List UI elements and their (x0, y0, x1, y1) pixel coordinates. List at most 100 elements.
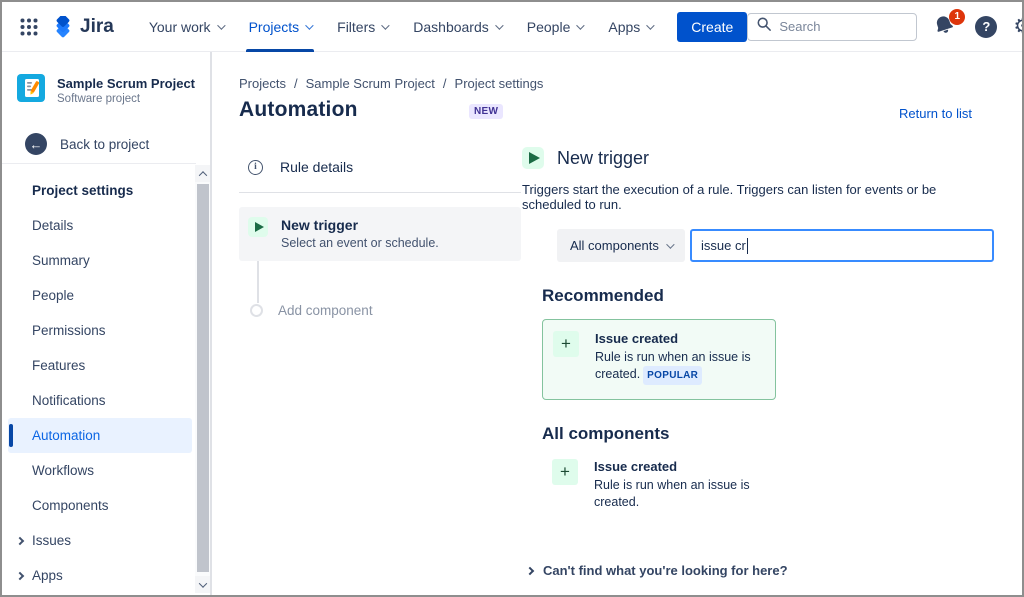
main-content: Projects / Sample Scrum Project / Projec… (214, 52, 1022, 595)
component-title: Issue created (595, 331, 771, 346)
chevron-right-icon (16, 571, 24, 579)
breadcrumb: Projects / Sample Scrum Project / Projec… (239, 76, 543, 91)
sidebar-item-components[interactable]: Components (8, 488, 192, 523)
recommended-issue-created-card[interactable]: Issue created Rule is run when an issue … (542, 319, 776, 400)
sidebar-divider (2, 163, 196, 164)
global-search-input[interactable] (779, 19, 889, 34)
chevron-down-icon (305, 21, 313, 29)
notifications-bell-icon[interactable]: 1 (933, 14, 959, 40)
scroll-down-arrow[interactable] (195, 576, 210, 593)
project-sidebar: Sample Scrum Project Software project Ba… (2, 52, 212, 595)
step-connector-line (257, 261, 259, 303)
new-trigger-step[interactable]: New trigger Select an event or schedule. (239, 207, 521, 261)
create-button[interactable]: Create (677, 12, 747, 42)
add-component-button[interactable]: Add component (250, 303, 521, 318)
component-search-input[interactable]: issue cr (690, 229, 994, 262)
trigger-picker-panel: New trigger Triggers start the execution… (522, 147, 994, 578)
breadcrumb-project-settings[interactable]: Project settings (455, 76, 544, 91)
chevron-down-icon (646, 21, 654, 29)
sidebar-item-permissions[interactable]: Permissions (8, 313, 192, 348)
nav-item-people[interactable]: People (514, 2, 596, 52)
component-description: Rule is run when an issue is created.POP… (595, 349, 771, 385)
settings-gear-icon[interactable] (1013, 16, 1024, 37)
sidebar-item-issues[interactable]: Issues (8, 523, 192, 558)
sidebar-item-apps[interactable]: Apps (8, 558, 192, 593)
global-search[interactable] (747, 13, 917, 41)
chevron-down-icon (217, 21, 225, 29)
rule-panel-divider (239, 192, 521, 193)
search-icon (757, 17, 771, 36)
trigger-panel-description: Triggers start the execution of a rule. … (522, 182, 994, 212)
chevron-down-icon (577, 21, 585, 29)
primary-nav: Your work Projects Filters Dashboards Pe… (136, 2, 665, 52)
components-filter-dropdown[interactable]: All components (557, 229, 685, 262)
breadcrumb-separator: / (443, 76, 447, 91)
project-avatar-icon (17, 74, 45, 107)
nav-item-your-work[interactable]: Your work (136, 2, 236, 52)
component-description: Rule is run when an issue is created. (594, 477, 770, 511)
sidebar-item-details[interactable]: Details (8, 208, 192, 243)
sidebar-item-summary[interactable]: Summary (8, 243, 192, 278)
nav-item-filters[interactable]: Filters (324, 2, 400, 52)
chevron-right-icon (16, 536, 24, 544)
sidebar-item-people[interactable]: People (8, 278, 192, 313)
step-title: New trigger (281, 217, 439, 233)
jira-logo[interactable]: Jira (52, 16, 114, 38)
plus-icon (552, 459, 578, 485)
step-subtitle: Select an event or schedule. (281, 236, 439, 250)
chevron-right-icon (526, 566, 534, 574)
jira-logo-text: Jira (80, 16, 114, 38)
sidebar-item-automation[interactable]: Automation (8, 418, 192, 453)
trigger-panel-title: New trigger (557, 148, 649, 169)
recommended-heading: Recommended (542, 286, 994, 306)
settings-menu: Project settings Details Summary People … (2, 172, 194, 593)
trigger-play-icon (248, 217, 268, 237)
empty-step-circle-icon (250, 304, 263, 317)
breadcrumb-project-name[interactable]: Sample Scrum Project (306, 76, 435, 91)
chevron-down-icon (495, 21, 503, 29)
new-badge: NEW (469, 104, 503, 119)
popular-badge: POPULAR (643, 366, 702, 385)
chevron-down-icon (666, 240, 674, 248)
jira-window: Jira Your work Projects Filters Dashboar… (0, 0, 1024, 597)
menu-section-title: Project settings (2, 172, 194, 208)
breadcrumb-separator: / (294, 76, 298, 91)
project-header: Sample Scrum Project Software project (17, 74, 195, 107)
rule-steps-panel: Rule details New trigger Select an event… (239, 147, 521, 318)
nav-right-cluster: 1 NV (747, 13, 1024, 41)
rule-details-row[interactable]: Rule details (239, 147, 521, 187)
arrow-left-icon (25, 133, 47, 155)
project-name: Sample Scrum Project (57, 76, 195, 91)
project-type: Software project (57, 93, 195, 105)
sidebar-item-workflows[interactable]: Workflows (8, 453, 192, 488)
trigger-panel-header: New trigger (522, 147, 994, 169)
info-icon (248, 160, 263, 175)
sidebar-item-notifications[interactable]: Notifications (8, 383, 192, 418)
top-navigation-bar: Jira Your work Projects Filters Dashboar… (2, 2, 1022, 52)
back-to-project-button[interactable]: Back to project (25, 133, 149, 155)
notification-count-badge: 1 (949, 9, 965, 25)
app-switcher-icon[interactable] (20, 16, 38, 38)
page-title-row: Automation NEW Return to list (239, 96, 982, 128)
sidebar-scrollbar[interactable] (195, 165, 210, 593)
cant-find-link[interactable]: Can't find what you're looking for here? (527, 563, 994, 578)
trigger-filter-controls: All components issue cr (557, 229, 994, 262)
project-title-block: Sample Scrum Project Software project (57, 76, 195, 105)
nav-item-dashboards[interactable]: Dashboards (400, 2, 514, 52)
scrollbar-thumb[interactable] (197, 184, 209, 572)
sidebar-item-features[interactable]: Features (8, 348, 192, 383)
chevron-down-icon (381, 21, 389, 29)
return-to-list-link[interactable]: Return to list (899, 106, 972, 121)
plus-icon (553, 331, 579, 357)
breadcrumb-projects[interactable]: Projects (239, 76, 286, 91)
help-icon[interactable] (975, 16, 997, 38)
all-components-issue-created-item[interactable]: Issue created Rule is run when an issue … (552, 459, 994, 511)
component-title: Issue created (594, 459, 770, 474)
nav-item-projects[interactable]: Projects (236, 2, 325, 52)
page-title: Automation (239, 98, 358, 122)
trigger-play-icon (522, 147, 544, 169)
all-components-heading: All components (542, 424, 994, 444)
text-caret (747, 238, 748, 254)
scroll-up-arrow[interactable] (195, 165, 210, 182)
nav-item-apps[interactable]: Apps (595, 2, 665, 52)
